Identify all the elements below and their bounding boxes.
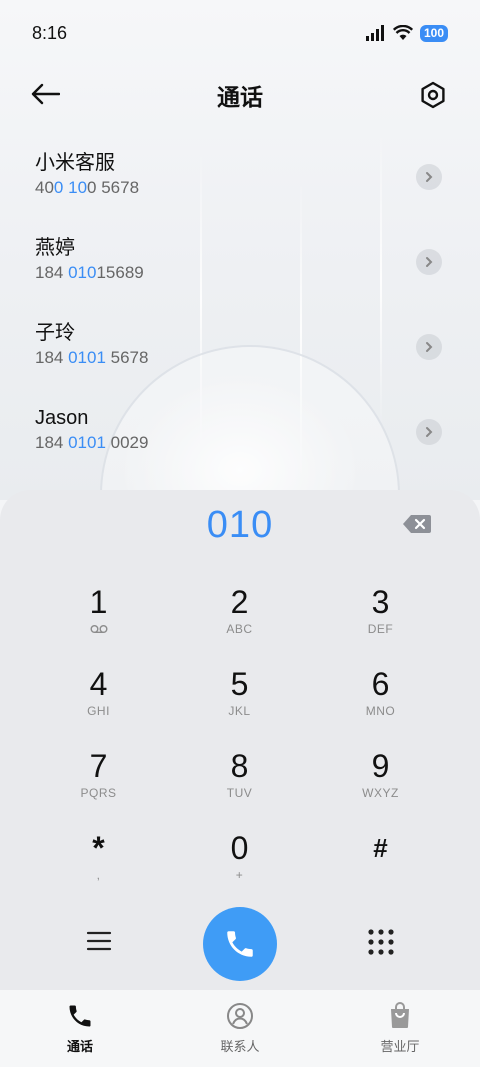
shopping-bag-icon bbox=[391, 1002, 409, 1028]
contact-number: 184 0101 0029 bbox=[35, 433, 149, 452]
call-button[interactable] bbox=[203, 907, 277, 981]
key-digit: 7 bbox=[89, 748, 108, 784]
key-letters: JKL bbox=[228, 704, 251, 718]
list-item[interactable]: 小米客服 400 100 5678 bbox=[0, 133, 480, 218]
contact-name: Jason bbox=[35, 407, 89, 429]
tab-label: 通话 bbox=[66, 1039, 93, 1054]
tab-label: 联系人 bbox=[220, 1039, 260, 1054]
chevron-right-icon bbox=[426, 257, 433, 267]
key-8[interactable]: 8 TUV bbox=[169, 746, 310, 828]
key-letters: MNO bbox=[365, 704, 396, 718]
voicemail-icon bbox=[90, 622, 108, 636]
contact-number: 184 01015689 bbox=[35, 263, 144, 282]
gear-hexagon-icon bbox=[421, 81, 445, 109]
contacts-icon bbox=[227, 1003, 253, 1029]
key-0[interactable]: 0 + bbox=[169, 828, 310, 910]
tab-contacts[interactable]: 联系人 bbox=[160, 990, 320, 1067]
key-digit: 4 bbox=[89, 666, 108, 702]
key-letters: PQRS bbox=[80, 786, 117, 800]
status-time: 8:16 bbox=[32, 22, 68, 43]
key-digit: 2 bbox=[230, 584, 249, 620]
chevron-right-icon bbox=[426, 342, 433, 352]
key-digit: 5 bbox=[230, 666, 249, 702]
key-2[interactable]: 2 ABC bbox=[169, 582, 310, 664]
chevron-right-icon bbox=[426, 427, 433, 437]
keypad: 1 2 ABC 3 DEF 4 GHI 5 JKL 6 MNO 7 PQRS 8… bbox=[28, 582, 452, 910]
keypad-toggle-button[interactable] bbox=[366, 927, 396, 957]
key-digit: 6 bbox=[371, 666, 390, 702]
key-star[interactable]: * , bbox=[28, 828, 169, 910]
key-digit: 9 bbox=[371, 748, 390, 784]
contact-number: 400 100 5678 bbox=[35, 178, 140, 197]
key-letters: + bbox=[235, 868, 244, 882]
tab-store[interactable]: 营业厅 bbox=[320, 990, 480, 1067]
key-9[interactable]: 9 WXYZ bbox=[310, 746, 451, 828]
settings-button[interactable] bbox=[416, 78, 450, 112]
key-5[interactable]: 5 JKL bbox=[169, 664, 310, 746]
key-letters: WXYZ bbox=[362, 786, 399, 800]
list-item[interactable]: Jason 184 0101 0029 bbox=[0, 388, 480, 473]
backspace-icon bbox=[403, 515, 431, 533]
status-icons: 100 bbox=[365, 24, 448, 42]
key-letters: ABC bbox=[226, 622, 253, 636]
tab-calls[interactable]: 通话 bbox=[0, 990, 160, 1067]
list-item[interactable]: 燕婷 184 01015689 bbox=[0, 218, 480, 303]
wifi-icon bbox=[392, 25, 413, 40]
key-letters: TUV bbox=[226, 786, 253, 800]
key-digit: 0 bbox=[230, 830, 249, 866]
contact-list: 小米客服 400 100 5678 燕婷 184 01015689 子玲 184… bbox=[0, 133, 480, 473]
contact-detail-button[interactable] bbox=[416, 334, 442, 360]
menu-icon bbox=[86, 931, 112, 951]
key-3[interactable]: 3 DEF bbox=[310, 582, 451, 664]
phone-icon bbox=[227, 931, 253, 957]
contact-name: 小米客服 bbox=[35, 152, 115, 174]
key-digit: 3 bbox=[371, 584, 390, 620]
page-title: 通话 bbox=[217, 84, 263, 110]
key-7[interactable]: 7 PQRS bbox=[28, 746, 169, 828]
list-item[interactable]: 子玲 184 0101 5678 bbox=[0, 303, 480, 388]
contact-number: 184 0101 5678 bbox=[35, 348, 149, 367]
key-letters: , bbox=[96, 868, 101, 882]
key-1[interactable]: 1 bbox=[28, 582, 169, 664]
dial-actions bbox=[0, 905, 480, 981]
battery-icon: 100 bbox=[419, 24, 448, 42]
chevron-right-icon bbox=[426, 172, 433, 182]
dial-panel: 010 1 2 ABC 3 DEF 4 GHI 5 JKL 6 MNO 7 PQ… bbox=[0, 490, 480, 990]
key-4[interactable]: 4 GHI bbox=[28, 664, 169, 746]
status-bar: 8:16 100 bbox=[0, 0, 480, 66]
contact-detail-button[interactable] bbox=[416, 249, 442, 275]
key-digit: * bbox=[92, 830, 105, 866]
contact-detail-button[interactable] bbox=[416, 419, 442, 445]
tab-label: 营业厅 bbox=[380, 1039, 420, 1054]
key-digit: # bbox=[373, 833, 388, 863]
contact-detail-button[interactable] bbox=[416, 164, 442, 190]
key-letters: DEF bbox=[367, 622, 394, 636]
key-6[interactable]: 6 MNO bbox=[310, 664, 451, 746]
key-hash[interactable]: # bbox=[310, 828, 451, 910]
bottom-nav: 通话 联系人 营业厅 bbox=[0, 990, 480, 1067]
key-letters: GHI bbox=[87, 704, 110, 718]
contact-name: 燕婷 bbox=[35, 237, 75, 259]
menu-button[interactable] bbox=[85, 929, 113, 957]
key-digit: 1 bbox=[89, 584, 108, 620]
header: 通话 bbox=[0, 70, 480, 118]
contact-name: 子玲 bbox=[35, 322, 75, 344]
phone-icon bbox=[69, 1005, 91, 1027]
backspace-button[interactable] bbox=[402, 514, 434, 538]
dialpad-icon bbox=[368, 929, 394, 955]
signal-icon bbox=[365, 25, 384, 41]
key-digit: 8 bbox=[230, 748, 249, 784]
